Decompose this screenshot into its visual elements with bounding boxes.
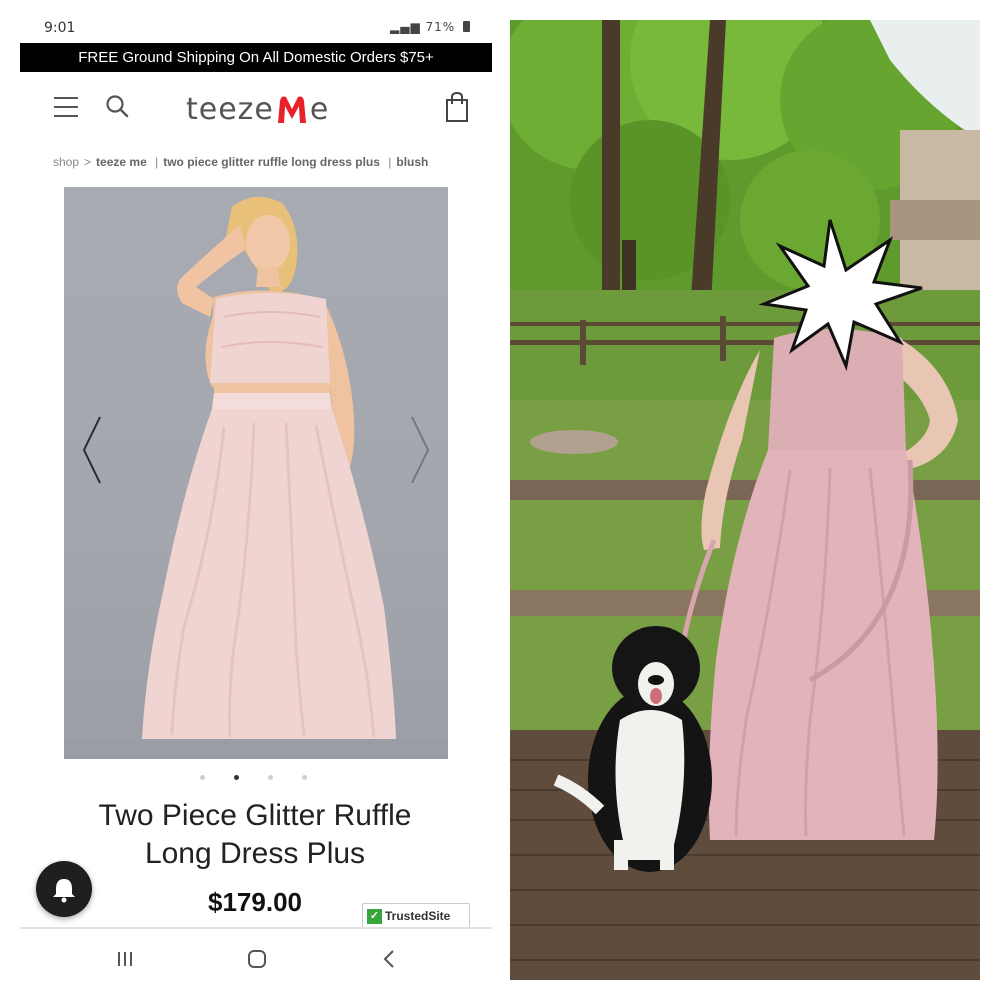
product-title: Two Piece Glitter Ruffle Long Dress Plus bbox=[60, 797, 450, 873]
product-price: $179.00 bbox=[208, 887, 302, 917]
site-header: teeze e bbox=[20, 83, 492, 133]
breadcrumb-divider: | bbox=[155, 155, 159, 169]
recent-apps-icon[interactable] bbox=[110, 947, 140, 971]
breadcrumb-product: two piece glitter ruffle long dress plus bbox=[163, 155, 380, 169]
signal-icon: ▂▄▆ bbox=[389, 20, 421, 34]
battery-percent: 71% bbox=[425, 20, 456, 34]
chevron-right-icon[interactable] bbox=[408, 415, 432, 485]
search-icon[interactable] bbox=[104, 93, 130, 119]
product-title-line1: Two Piece Glitter Ruffle bbox=[98, 799, 412, 832]
customer-photo bbox=[510, 20, 980, 980]
customer-photo-illustration bbox=[510, 20, 980, 980]
android-nav-bar bbox=[20, 927, 492, 985]
notification-bell-button[interactable] bbox=[36, 861, 92, 917]
logo-text-left: teeze bbox=[186, 91, 274, 127]
carousel-dot-active[interactable] bbox=[234, 775, 239, 780]
logo-heart-m-icon bbox=[277, 96, 306, 123]
teeze-me-logo[interactable]: teeze e bbox=[186, 89, 329, 129]
shipping-banner[interactable]: FREE Ground Shipping On All Domestic Ord… bbox=[20, 43, 492, 72]
carousel-indicator bbox=[200, 775, 340, 785]
shopping-bag-icon[interactable] bbox=[444, 91, 470, 123]
phone-screenshot: 9:01 ▂▄▆ 71% FREE Ground Shipping On All… bbox=[20, 15, 492, 985]
model-in-dress-illustration bbox=[64, 196, 448, 759]
menu-icon[interactable] bbox=[54, 97, 78, 117]
carousel-dot[interactable] bbox=[200, 775, 205, 780]
check-icon: ✓ bbox=[367, 908, 382, 924]
breadcrumb-separator: > bbox=[84, 155, 92, 169]
carousel-dot[interactable] bbox=[302, 775, 307, 780]
status-time: 9:01 bbox=[44, 20, 76, 36]
breadcrumb-divider: | bbox=[388, 155, 392, 169]
chevron-left-icon[interactable] bbox=[80, 415, 104, 485]
status-bar: 9:01 ▂▄▆ 71% bbox=[20, 15, 492, 43]
home-icon[interactable] bbox=[242, 947, 272, 971]
breadcrumb-shop-link[interactable]: shop bbox=[53, 155, 79, 169]
breadcrumb-color: blush bbox=[396, 155, 429, 169]
trustedsite-label: TrustedSite bbox=[385, 909, 451, 923]
logo-text-right: e bbox=[309, 91, 330, 127]
product-image[interactable] bbox=[64, 187, 448, 759]
battery-icon bbox=[463, 21, 470, 32]
back-icon[interactable] bbox=[374, 947, 404, 971]
breadcrumb-brand-link[interactable]: teeze me bbox=[96, 155, 147, 169]
carousel-dot[interactable] bbox=[268, 775, 273, 780]
product-title-line2: Long Dress Plus bbox=[144, 837, 366, 870]
breadcrumb: shop > teeze me | two piece glitter ruffle … bbox=[53, 155, 428, 169]
bell-icon bbox=[53, 879, 75, 903]
status-icons: ▂▄▆ 71% bbox=[390, 20, 470, 34]
trustedsite-badge[interactable]: ✓ TrustedSite bbox=[362, 903, 470, 929]
